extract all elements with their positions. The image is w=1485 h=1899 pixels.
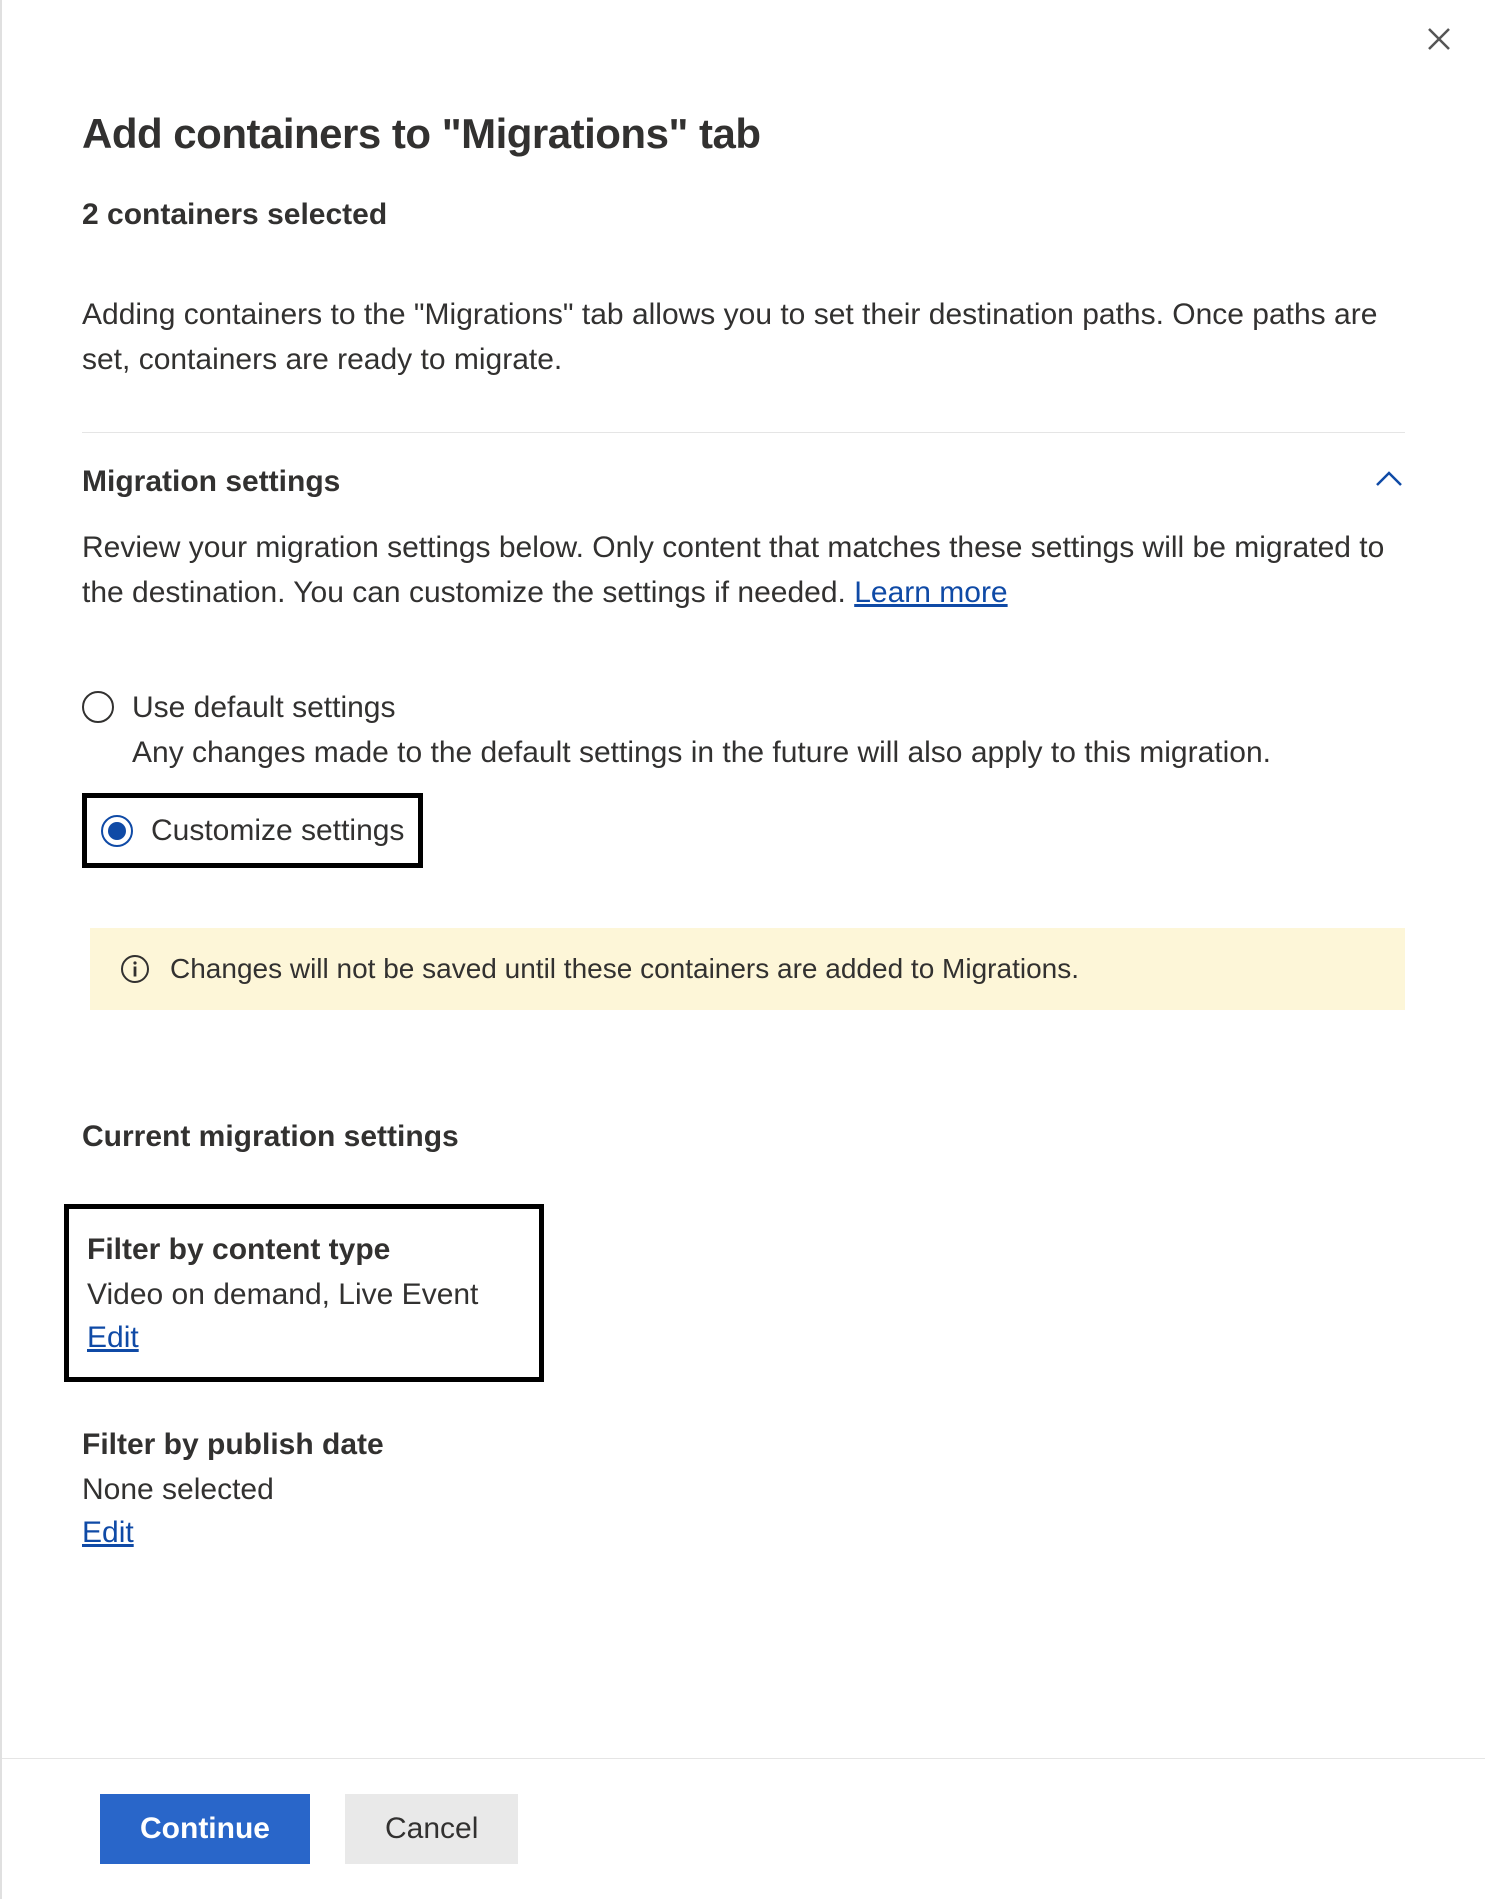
radio-label: Customize settings [151,808,404,853]
radio-use-default[interactable]: Use default settings Any changes made to… [82,685,1405,775]
migration-settings-header[interactable]: Migration settings [82,463,1405,500]
continue-button[interactable]: Continue [100,1794,310,1864]
info-banner: Changes will not be saved until these co… [90,928,1405,1010]
edit-link[interactable]: Edit [87,1321,139,1355]
migration-settings-title: Migration settings [82,465,340,499]
learn-more-link[interactable]: Learn more [854,576,1007,609]
settings-radio-group: Use default settings Any changes made to… [82,685,1405,898]
edit-link[interactable]: Edit [82,1516,134,1550]
selection-count: 2 containers selected [82,198,1405,232]
info-icon [120,954,150,984]
radio-label: Use default settings [132,685,1405,730]
info-banner-text: Changes will not be saved until these co… [170,953,1079,985]
footer: Continue Cancel [2,1758,1485,1899]
setting-label: Filter by publish date [82,1422,1405,1467]
chevron-up-icon[interactable] [1373,463,1405,500]
setting-value: Video on demand, Live Event [87,1272,521,1317]
setting-label: Filter by content type [87,1227,521,1272]
current-settings-title: Current migration settings [82,1120,1405,1154]
page-title: Add containers to "Migrations" tab [82,110,1405,158]
radio-icon[interactable] [82,691,114,723]
cancel-button[interactable]: Cancel [345,1794,518,1864]
radio-customize-highlight: Customize settings [82,793,423,868]
setting-value: None selected [82,1467,1405,1512]
radio-sublabel: Any changes made to the default settings… [132,730,1405,775]
divider [82,432,1405,433]
setting-filter-content-type: Filter by content type Video on demand, … [64,1204,544,1382]
radio-icon[interactable] [101,815,133,847]
migration-settings-description: Review your migration settings below. On… [82,525,1405,615]
add-containers-panel: Add containers to "Migrations" tab 2 con… [0,0,1485,1899]
setting-filter-publish-date: Filter by publish date None selected Edi… [82,1422,1405,1550]
close-icon[interactable] [1423,20,1455,65]
page-description: Adding containers to the "Migrations" ta… [82,292,1405,382]
